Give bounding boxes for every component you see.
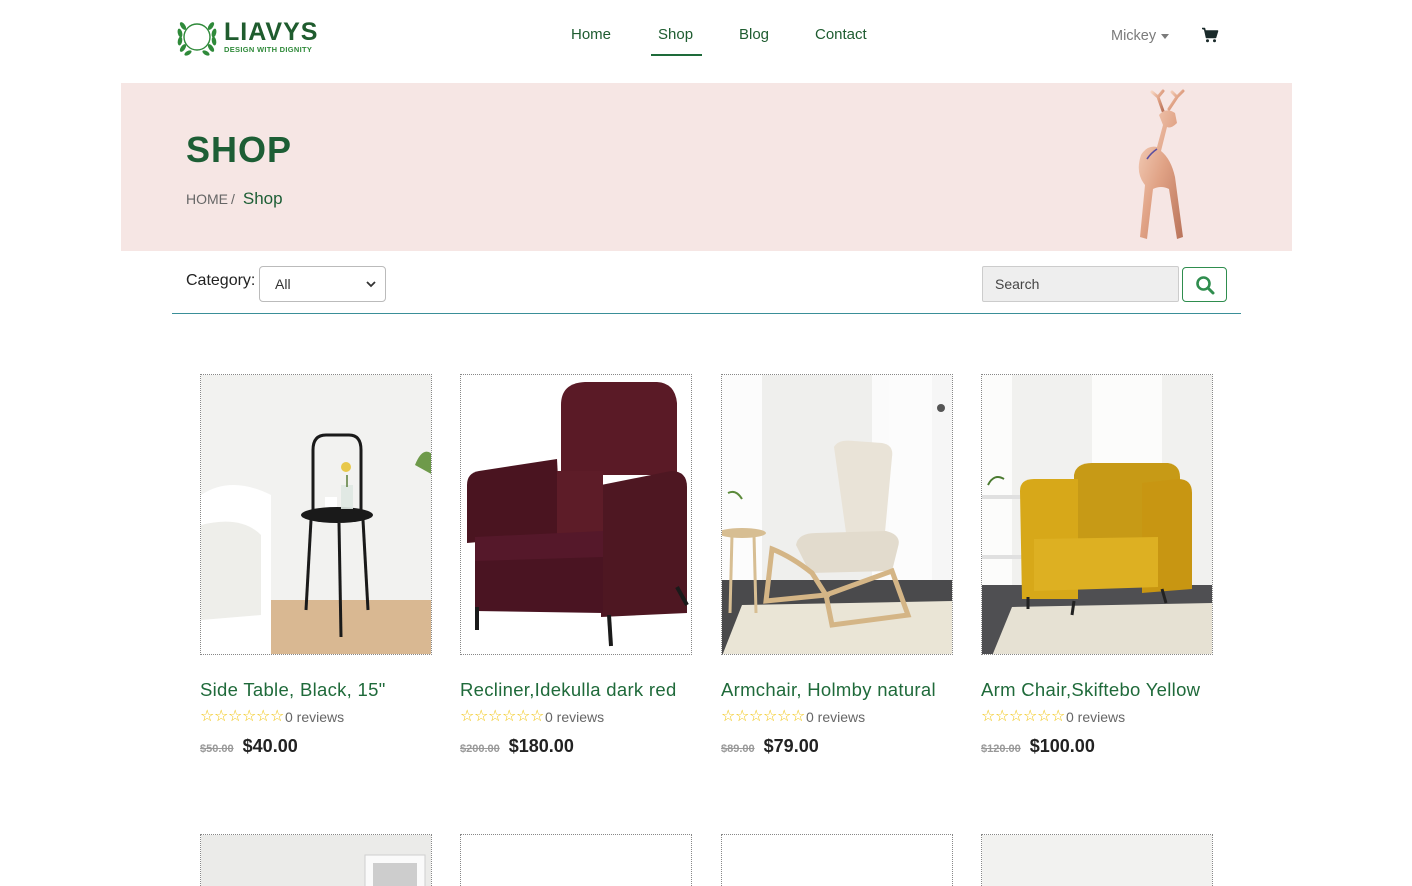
nav-active-indicator: [651, 54, 702, 56]
nav-contact[interactable]: Contact: [815, 26, 867, 43]
brand-logo[interactable]: LIAVYS DESIGN WITH DIGNITY: [174, 16, 318, 58]
caret-down-icon: [1161, 33, 1170, 39]
old-price: $89.00: [721, 743, 755, 755]
breadcrumb: HOME / Shop: [186, 189, 283, 209]
search-placeholder: Search: [995, 276, 1040, 292]
user-name: Mickey: [1111, 28, 1157, 44]
product-image[interactable]: [460, 834, 692, 886]
deer-figurine-image: [1138, 89, 1185, 239]
current-price: $40.00: [242, 736, 298, 756]
product-card[interactable]: Arm Chair,Skiftebo Yellow ☆ ☆ ☆ ☆ ☆ ☆ 0 revie…: [981, 374, 1213, 757]
product-title[interactable]: Arm Chair,Skiftebo Yellow: [981, 679, 1213, 701]
product-image[interactable]: [721, 374, 953, 655]
old-price: $200.00: [460, 743, 500, 755]
product-card[interactable]: Armchair, Holmby natural ☆ ☆ ☆ ☆ ☆ ☆ 0 review…: [721, 374, 953, 757]
product-prices: $200.00 $180.00: [460, 736, 692, 757]
product-image[interactable]: [981, 834, 1213, 886]
product-image[interactable]: [200, 834, 432, 886]
product-title[interactable]: Side Table, Black, 15": [200, 679, 432, 701]
product-image[interactable]: [460, 374, 692, 655]
review-count: 0 reviews: [806, 709, 866, 725]
star-rating-icons: ☆ ☆ ☆ ☆ ☆ ☆: [981, 708, 1066, 725]
filter-bar: Category: All Search: [172, 264, 1241, 314]
brand-tagline: DESIGN WITH DIGNITY: [224, 45, 313, 55]
star-rating-icons: ☆ ☆ ☆ ☆ ☆ ☆: [200, 708, 285, 725]
old-price: $50.00: [200, 743, 234, 755]
nav-home[interactable]: Home: [571, 26, 611, 43]
product-rating: ☆ ☆ ☆ ☆ ☆ ☆ 0 reviews: [460, 708, 692, 726]
nav-shop[interactable]: Shop: [658, 26, 693, 43]
user-menu[interactable]: Mickey: [1111, 28, 1170, 44]
product-prices: $89.00 $79.00: [721, 736, 953, 757]
product-card[interactable]: Recliner,Idekulla dark red ☆ ☆ ☆ ☆ ☆ ☆ 0 revi…: [460, 374, 692, 757]
nav-blog[interactable]: Blog: [739, 26, 769, 43]
search-icon: [1195, 275, 1214, 294]
current-price: $79.00: [763, 736, 819, 756]
product-title[interactable]: Armchair, Holmby natural: [721, 679, 953, 701]
search-input[interactable]: Search: [982, 266, 1179, 302]
chevron-down-icon: [366, 281, 376, 288]
product-image[interactable]: [981, 374, 1213, 655]
breadcrumb-separator: /: [231, 191, 235, 207]
product-rating: ☆ ☆ ☆ ☆ ☆ ☆ 0 reviews: [981, 708, 1213, 726]
page-banner: SHOP HOME / Shop: [121, 83, 1292, 251]
current-price: $100.00: [1029, 736, 1095, 756]
product-rating: ☆ ☆ ☆ ☆ ☆ ☆ 0 reviews: [200, 708, 432, 726]
laurel-icon: [177, 22, 217, 56]
star-rating-icons: ☆ ☆ ☆ ☆ ☆ ☆: [721, 708, 806, 725]
product-card[interactable]: Side Table, Black, 15" ☆ ☆ ☆ ☆ ☆ ☆ 0 reviews …: [200, 374, 432, 757]
page-title: SHOP: [186, 129, 293, 170]
site-header: LIAVYS DESIGN WITH DIGNITY Home Shop Blo…: [0, 0, 1412, 72]
review-count: 0 reviews: [1066, 709, 1126, 725]
review-count: 0 reviews: [545, 709, 605, 725]
product-rating: ☆ ☆ ☆ ☆ ☆ ☆ 0 reviews: [721, 708, 953, 726]
brand-name: LIAVYS: [224, 18, 319, 47]
category-select[interactable]: All: [259, 266, 386, 302]
category-value: All: [275, 276, 291, 292]
product-image[interactable]: [200, 374, 432, 655]
star-rating-icons: ☆ ☆ ☆ ☆ ☆ ☆: [460, 708, 545, 725]
category-label: Category:: [186, 272, 256, 289]
search-button[interactable]: [1182, 267, 1227, 302]
product-prices: $50.00 $40.00: [200, 736, 432, 757]
review-count: 0 reviews: [285, 709, 345, 725]
product-image[interactable]: [721, 834, 953, 886]
old-price: $120.00: [981, 743, 1021, 755]
cart-icon[interactable]: [1201, 27, 1219, 43]
current-price: $180.00: [508, 736, 574, 756]
product-prices: $120.00 $100.00: [981, 736, 1213, 757]
product-title[interactable]: Recliner,Idekulla dark red: [460, 679, 692, 701]
breadcrumb-current: Shop: [242, 189, 283, 208]
breadcrumb-home[interactable]: HOME: [186, 191, 228, 207]
